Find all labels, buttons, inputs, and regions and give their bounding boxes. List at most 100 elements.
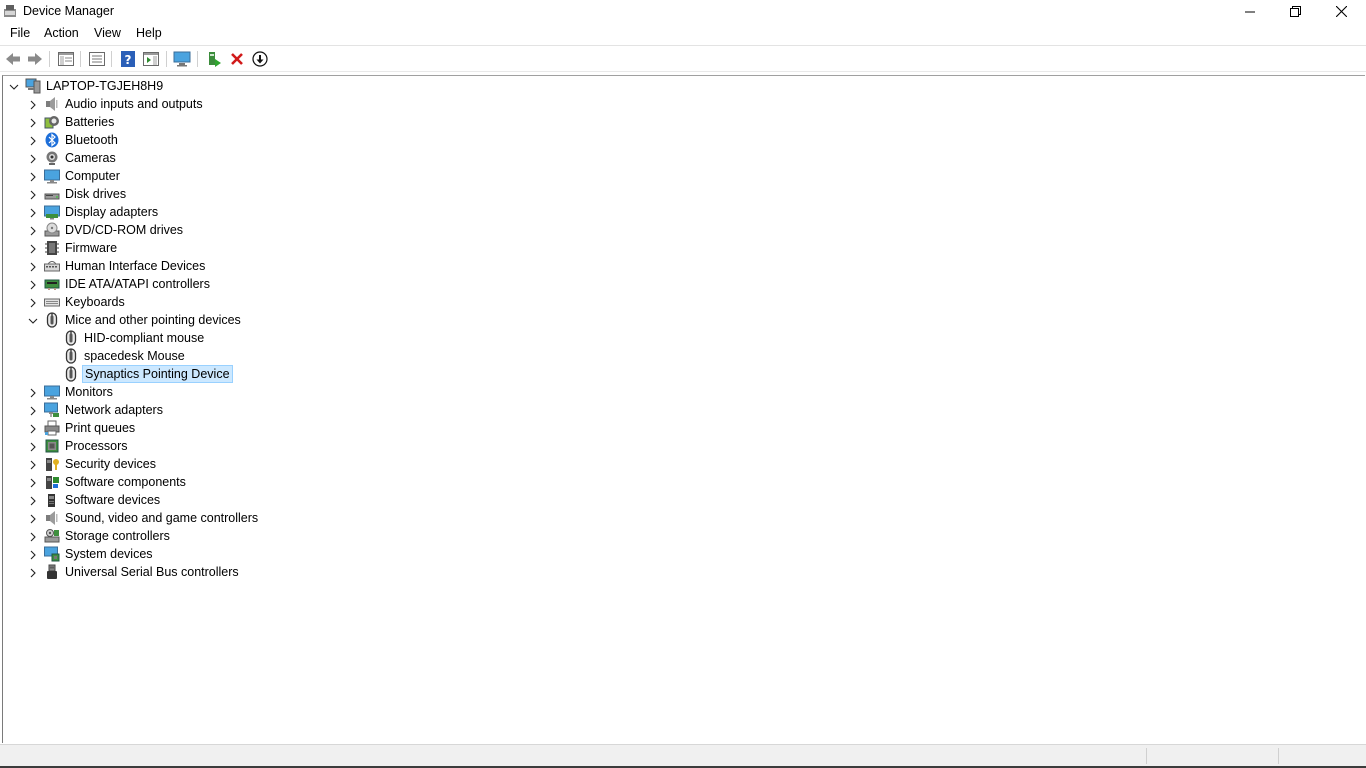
- tree-item-label[interactable]: Print queues: [63, 420, 137, 436]
- tree-root-computer[interactable]: LAPTOP-TGJEH8H9: [3, 77, 1363, 95]
- tree-category-storage-controllers[interactable]: Storage controllers: [3, 527, 1363, 545]
- disable-device-button[interactable]: [250, 50, 270, 68]
- update-driver-button[interactable]: [204, 50, 224, 68]
- scan-for-hardware-changes-button[interactable]: [172, 50, 192, 68]
- tree-item-label[interactable]: LAPTOP-TGJEH8H9: [44, 78, 165, 94]
- tree-item-label[interactable]: Software components: [63, 474, 188, 490]
- chevron-right-icon[interactable]: [28, 477, 38, 488]
- chevron-right-icon[interactable]: [28, 495, 38, 506]
- chevron-right-icon[interactable]: [28, 117, 38, 128]
- chevron-right-icon[interactable]: [28, 171, 38, 182]
- tree-item-label[interactable]: Cameras: [63, 150, 118, 166]
- forward-button[interactable]: [25, 50, 45, 68]
- action-pane-button[interactable]: [141, 50, 161, 68]
- tree-category-software-devices[interactable]: Software devices: [3, 491, 1363, 509]
- tree-category-bluetooth[interactable]: Bluetooth: [3, 131, 1363, 149]
- help-button[interactable]: ?: [118, 50, 138, 68]
- menu-help[interactable]: Help: [134, 26, 164, 40]
- chevron-right-icon[interactable]: [28, 441, 38, 452]
- chevron-right-icon[interactable]: [28, 549, 38, 560]
- uninstall-device-button[interactable]: [227, 50, 247, 68]
- tree-item-label[interactable]: spacedesk Mouse: [82, 348, 187, 364]
- chevron-right-icon[interactable]: [28, 513, 38, 524]
- tree-category-ide-ata-atapi-controllers[interactable]: IDE ATA/ATAPI controllers: [3, 275, 1363, 293]
- tree-item-label[interactable]: Universal Serial Bus controllers: [63, 564, 241, 580]
- tree-item-label[interactable]: Synaptics Pointing Device: [82, 365, 233, 383]
- menu-action[interactable]: Action: [42, 26, 81, 40]
- tree-category-print-queues[interactable]: Print queues: [3, 419, 1363, 437]
- tree-category-mice-and-other-pointing-devices[interactable]: Mice and other pointing devices: [3, 311, 1363, 329]
- tree-category-system-devices[interactable]: System devices: [3, 545, 1363, 563]
- tree-category-software-components[interactable]: Software components: [3, 473, 1363, 491]
- tree-device-hid-compliant-mouse[interactable]: HID-compliant mouse: [3, 329, 1363, 347]
- chevron-down-icon[interactable]: [9, 81, 19, 91]
- tree-item-label[interactable]: System devices: [63, 546, 155, 562]
- tree-item-label[interactable]: Mice and other pointing devices: [63, 312, 243, 328]
- tree-item-label[interactable]: Software devices: [63, 492, 162, 508]
- tree-item-label[interactable]: Disk drives: [63, 186, 128, 202]
- tree-item-label[interactable]: Storage controllers: [63, 528, 172, 544]
- tree-device-spacedesk-mouse[interactable]: spacedesk Mouse: [3, 347, 1363, 365]
- back-button[interactable]: [3, 50, 23, 68]
- tree-category-disk-drives[interactable]: Disk drives: [3, 185, 1363, 203]
- chevron-right-icon[interactable]: [28, 531, 38, 542]
- chevron-right-icon[interactable]: [28, 423, 38, 434]
- tree-category-audio-inputs-and-outputs[interactable]: Audio inputs and outputs: [3, 95, 1363, 113]
- tree-item-label[interactable]: Display adapters: [63, 204, 160, 220]
- chevron-right-icon[interactable]: [28, 405, 38, 416]
- chevron-right-icon[interactable]: [28, 567, 38, 578]
- tree-category-sound-video-and-game-controllers[interactable]: Sound, video and game controllers: [3, 509, 1363, 527]
- tree-category-keyboards[interactable]: Keyboards: [3, 293, 1363, 311]
- tree-category-dvd-cd-rom-drives[interactable]: DVD/CD-ROM drives: [3, 221, 1363, 239]
- minimize-button[interactable]: [1227, 0, 1273, 23]
- tree-item-label[interactable]: Firmware: [63, 240, 119, 256]
- tree-item-label[interactable]: Batteries: [63, 114, 116, 130]
- chevron-right-icon[interactable]: [28, 459, 38, 470]
- tree-item-label[interactable]: HID-compliant mouse: [82, 330, 206, 346]
- tree-item-label[interactable]: Audio inputs and outputs: [63, 96, 205, 112]
- tree-category-firmware[interactable]: Firmware: [3, 239, 1363, 257]
- tree-item-label[interactable]: Network adapters: [63, 402, 165, 418]
- tree-category-computer[interactable]: Computer: [3, 167, 1363, 185]
- tree-category-monitors[interactable]: Monitors: [3, 383, 1363, 401]
- tree-item-label[interactable]: Security devices: [63, 456, 158, 472]
- tree-item-label[interactable]: Processors: [63, 438, 130, 454]
- chevron-right-icon[interactable]: [28, 387, 38, 398]
- chevron-right-icon[interactable]: [28, 297, 38, 308]
- chevron-right-icon[interactable]: [28, 207, 38, 218]
- chevron-down-icon[interactable]: [28, 315, 38, 325]
- tree-item-label[interactable]: DVD/CD-ROM drives: [63, 222, 185, 238]
- tree-category-universal-serial-bus-controllers[interactable]: Universal Serial Bus controllers: [3, 563, 1363, 581]
- svg-text:?: ?: [125, 53, 132, 67]
- chevron-right-icon[interactable]: [28, 243, 38, 254]
- tree-category-batteries[interactable]: Batteries: [3, 113, 1363, 131]
- chevron-right-icon[interactable]: [28, 153, 38, 164]
- tree-category-display-adapters[interactable]: Display adapters: [3, 203, 1363, 221]
- tree-category-human-interface-devices[interactable]: Human Interface Devices: [3, 257, 1363, 275]
- chevron-right-icon[interactable]: [28, 189, 38, 200]
- toolbar-separator: [80, 51, 81, 67]
- tree-category-processors[interactable]: Processors: [3, 437, 1363, 455]
- chevron-right-icon[interactable]: [28, 279, 38, 290]
- menu-view[interactable]: View: [92, 26, 123, 40]
- properties-button[interactable]: [87, 50, 107, 68]
- tree-item-label[interactable]: IDE ATA/ATAPI controllers: [63, 276, 212, 292]
- chevron-right-icon[interactable]: [28, 261, 38, 272]
- close-button[interactable]: [1318, 0, 1364, 23]
- tree-category-security-devices[interactable]: Security devices: [3, 455, 1363, 473]
- show-hide-console-tree-button[interactable]: [56, 50, 76, 68]
- tree-category-network-adapters[interactable]: Network adapters: [3, 401, 1363, 419]
- chevron-right-icon[interactable]: [28, 99, 38, 110]
- chevron-right-icon[interactable]: [28, 135, 38, 146]
- tree-item-label[interactable]: Keyboards: [63, 294, 127, 310]
- tree-item-label[interactable]: Bluetooth: [63, 132, 120, 148]
- menu-file[interactable]: File: [8, 26, 32, 40]
- tree-item-label[interactable]: Monitors: [63, 384, 115, 400]
- tree-category-cameras[interactable]: Cameras: [3, 149, 1363, 167]
- tree-item-label[interactable]: Human Interface Devices: [63, 258, 207, 274]
- chevron-right-icon[interactable]: [28, 225, 38, 236]
- tree-item-label[interactable]: Sound, video and game controllers: [63, 510, 260, 526]
- tree-item-label[interactable]: Computer: [63, 168, 122, 184]
- restore-button[interactable]: [1272, 0, 1318, 23]
- tree-device-synaptics-pointing-device[interactable]: Synaptics Pointing Device: [3, 365, 1363, 383]
